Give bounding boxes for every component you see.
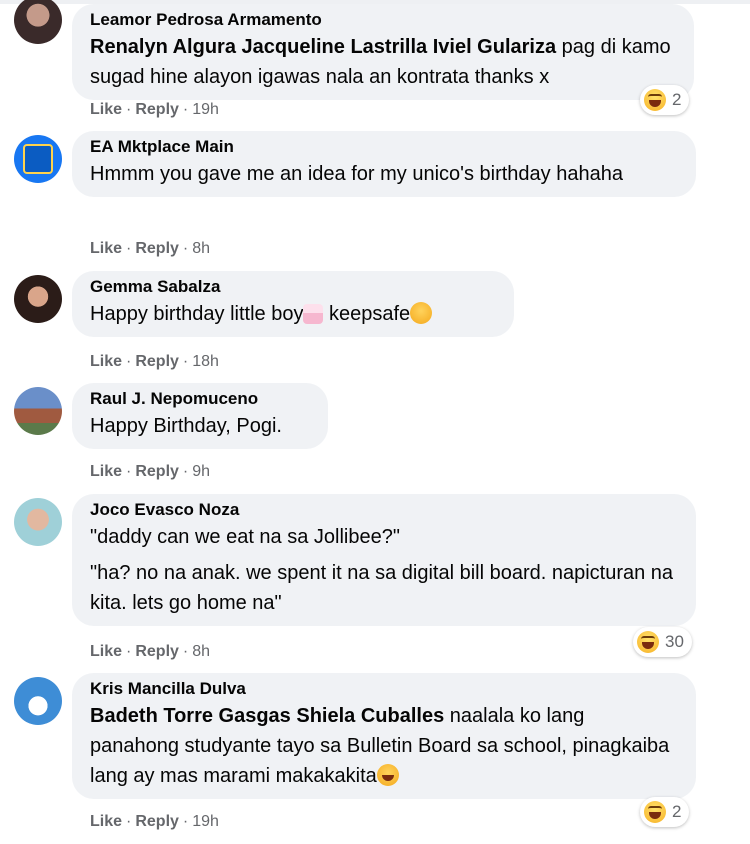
laughing-face-icon (376, 764, 399, 786)
avatar[interactable] (14, 135, 62, 183)
separator: · (126, 463, 132, 480)
avatar[interactable] (14, 0, 62, 44)
avatar[interactable] (14, 498, 62, 546)
separator: · (126, 240, 132, 257)
comment-text: "daddy can we eat na sa Jollibee?" "ha? … (90, 522, 678, 618)
timestamp-link[interactable]: 18h (192, 353, 219, 370)
mention-link[interactable]: Renalyn Algura Jacqueline Lastrilla Ivie… (90, 36, 556, 58)
reaction-summary[interactable]: 2 (640, 797, 690, 827)
comment-bubble: Joco Evasco Noza "daddy can we eat na sa… (72, 494, 696, 626)
like-button[interactable]: Like (90, 240, 122, 257)
comment-body: Hmmm you gave me an idea for my unico's … (90, 163, 623, 185)
comment-actions: Like · Reply · 19h (90, 101, 219, 119)
comment-text: Badeth Torre Gasgas Shiela Cuballes naal… (90, 701, 678, 791)
comment-author[interactable]: Gemma Sabalza (90, 275, 496, 299)
comment-author[interactable]: EA Mktplace Main (90, 135, 678, 159)
comment-paragraph-1: "daddy can we eat na sa Jollibee?" (90, 526, 400, 548)
timestamp-link[interactable]: 19h (192, 813, 219, 830)
avatar[interactable] (14, 275, 62, 323)
comment-author[interactable]: Raul J. Nepomuceno (90, 387, 310, 411)
comment-bubble: Raul J. Nepomuceno Happy Birthday, Pogi. (72, 383, 328, 449)
like-button[interactable]: Like (90, 101, 122, 118)
timestamp-link[interactable]: 8h (192, 643, 210, 660)
separator: · (182, 101, 189, 118)
reaction-count: 30 (665, 632, 684, 651)
comment-actions: Like · Reply · 8h (90, 643, 210, 661)
separator: · (182, 353, 189, 370)
comment-text: Happy birthday little boy keepsafe (90, 299, 496, 329)
comment-author[interactable]: Kris Mancilla Dulva (90, 677, 678, 701)
avatar[interactable] (14, 387, 62, 435)
comment-bubble: Leamor Pedrosa Armamento Renalyn Algura … (72, 4, 694, 100)
birthday-cake-icon (303, 304, 324, 324)
mention-link[interactable]: Badeth Torre Gasgas Shiela Cuballes (90, 705, 444, 727)
like-button[interactable]: Like (90, 813, 122, 830)
reaction-summary[interactable]: 2 (640, 85, 690, 115)
store-logo-icon (23, 144, 53, 174)
reply-button[interactable]: Reply (135, 643, 179, 660)
comment-actions: Like · Reply · 19h (90, 813, 219, 831)
comment-actions: Like · Reply · 18h (90, 353, 219, 371)
separator: · (182, 813, 189, 830)
like-button[interactable]: Like (90, 643, 122, 660)
separator: · (126, 353, 132, 370)
separator: · (182, 463, 189, 480)
reply-button[interactable]: Reply (135, 353, 179, 370)
reply-button[interactable]: Reply (135, 813, 179, 830)
reply-button[interactable]: Reply (135, 101, 179, 118)
comment-body: Happy birthday little boy (90, 303, 304, 325)
separator: · (126, 101, 132, 118)
timestamp-link[interactable]: 19h (192, 101, 219, 118)
separator: · (182, 240, 189, 257)
avatar[interactable] (14, 677, 62, 725)
comment-actions: Like · Reply · 8h (90, 240, 210, 258)
comment-body-tail: keepsafe (323, 303, 411, 325)
haha-icon (637, 631, 659, 653)
reaction-count: 2 (672, 802, 682, 821)
comment-author[interactable]: Joco Evasco Noza (90, 498, 678, 522)
comment-paragraph-2: "ha? no na anak. we spent it na sa digit… (90, 562, 674, 614)
comment-bubble: Kris Mancilla Dulva Badeth Torre Gasgas … (72, 673, 696, 799)
haha-icon (644, 801, 666, 823)
timestamp-link[interactable]: 8h (192, 240, 210, 257)
separator: · (126, 813, 132, 830)
reaction-summary[interactable]: 30 (633, 627, 692, 657)
comment-bubble: Gemma Sabalza Happy birthday little boy … (72, 271, 514, 337)
comment-body: Happy Birthday, Pogi. (90, 415, 282, 437)
like-button[interactable]: Like (90, 353, 122, 370)
haha-icon (644, 89, 666, 111)
smiling-face-icon (410, 302, 433, 324)
separator: · (182, 643, 189, 660)
comment-text: Renalyn Algura Jacqueline Lastrilla Ivie… (90, 32, 676, 92)
reply-button[interactable]: Reply (135, 240, 179, 257)
comment-actions: Like · Reply · 9h (90, 463, 210, 481)
comment-bubble: EA Mktplace Main Hmmm you gave me an ide… (72, 131, 696, 197)
timestamp-link[interactable]: 9h (192, 463, 210, 480)
separator: · (126, 643, 132, 660)
like-button[interactable]: Like (90, 463, 122, 480)
reaction-count: 2 (672, 90, 682, 109)
reply-button[interactable]: Reply (135, 463, 179, 480)
comment-author[interactable]: Leamor Pedrosa Armamento (90, 8, 676, 32)
